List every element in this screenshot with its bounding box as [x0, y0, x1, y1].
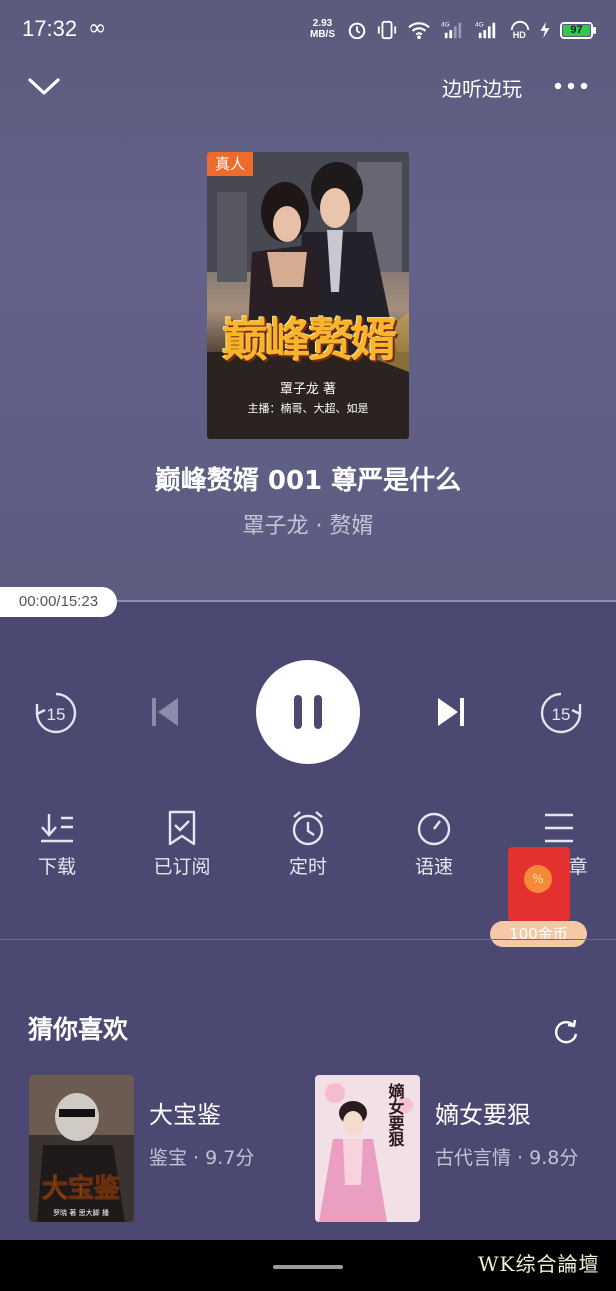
book-cover: 真人 巅峰赘婿 罩子龙 著 主播：楠哥、大超、如是 — [207, 152, 409, 439]
wifi-icon — [408, 22, 430, 40]
recommendations-heading: 猜你喜欢 — [28, 1015, 129, 1044]
alarm-icon — [348, 22, 366, 40]
cover-title-art: 巅峰赘婿 — [222, 313, 397, 367]
network-speed: 2.93 MB/S — [310, 18, 335, 40]
vibrate-icon — [377, 20, 397, 40]
signal-4g-icon-1: 4G — [441, 21, 462, 39]
recommendation-cover: 嫡女要狠 — [315, 1075, 420, 1222]
forum-watermark: WK综合論壇 — [478, 1252, 600, 1276]
network-speed-unit: MB/S — [310, 29, 335, 40]
svg-text:HD: HD — [513, 30, 527, 40]
loop-icon: ∞ — [88, 16, 107, 41]
download-button[interactable]: 下载 — [17, 810, 97, 879]
timer-alarm-icon — [292, 811, 324, 846]
recommendation-card[interactable]: 嫡女要狠 嫡女要狠 古代言情 · 9.8分 — [315, 1075, 595, 1223]
timer-label: 定时 — [288, 856, 327, 878]
download-icon — [41, 814, 73, 843]
battery-icon: 97 — [560, 22, 593, 39]
home-indicator[interactable] — [273, 1265, 343, 1269]
recommendation-cover: 大宝鉴 罗晓 著 思大脚 播 — [29, 1075, 134, 1222]
cover-text: 大宝鉴 — [42, 1173, 121, 1204]
track-title: 巅峰赘婿 001 尊严是什么 — [154, 466, 462, 496]
reward-coins-badge[interactable]: 100金币 — [490, 921, 587, 947]
track-subtitle: 罩子龙 · 赘婿 — [242, 514, 374, 539]
section-divider — [0, 939, 616, 940]
more-dots-icon[interactable] — [552, 76, 592, 96]
cover-tag-badge: 真人 — [207, 152, 253, 176]
cover-author-text: 罩子龙 著 — [279, 382, 337, 397]
forward-seconds-label: 15 — [552, 705, 571, 724]
status-bar: 17:32 ∞ 2.93 MB/S 4G 4G HD 97 — [0, 0, 616, 60]
subscribed-label: 已订阅 — [153, 856, 211, 878]
refresh-icon[interactable] — [552, 1018, 580, 1046]
recommendation-card[interactable]: 大宝鉴 罗晓 著 思大脚 播 大宝鉴 鉴宝 · 9.7分 — [29, 1075, 309, 1223]
next-track-icon[interactable] — [434, 694, 468, 730]
recommendation-cover-art: 嫡女要狠 — [315, 1075, 420, 1222]
battery-level: 97 — [563, 25, 590, 36]
cover-text: 嫡女要狠 — [386, 1082, 405, 1148]
progress-time-handle[interactable]: 00:00/15:23 — [0, 587, 117, 617]
listen-and-play-button[interactable]: 边听边玩 — [442, 73, 522, 102]
svg-text:4G: 4G — [475, 21, 484, 28]
collapse-chevron-down-icon[interactable] — [26, 70, 62, 102]
cover-narrators-text: 主播：楠哥、大超、如是 — [247, 402, 369, 415]
pause-icon — [294, 695, 322, 729]
recommendation-title: 大宝鉴 — [149, 1101, 221, 1129]
hd-voice-icon: HD — [510, 20, 530, 40]
recommendation-meta: 古代言情 · 9.8分 — [435, 1147, 579, 1169]
chapters-list-icon — [545, 813, 573, 843]
speed-button[interactable]: 语速 — [394, 810, 474, 879]
timer-button[interactable]: 定时 — [268, 810, 348, 879]
subscribed-button[interactable]: 已订阅 — [142, 810, 222, 879]
subscribed-bookmark-icon — [168, 810, 196, 846]
charging-icon — [540, 21, 550, 39]
coin-icon: % — [524, 865, 552, 893]
speed-label: 语速 — [414, 856, 453, 878]
speed-gauge-icon — [417, 812, 451, 846]
system-navigation-bar: WK综合論壇 — [0, 1240, 616, 1291]
svg-text:4G: 4G — [441, 21, 450, 28]
forward-15-icon[interactable]: 15 — [538, 690, 584, 736]
battery-nub — [593, 27, 596, 34]
download-label: 下载 — [37, 856, 76, 878]
status-time: 17:32 — [22, 16, 78, 41]
rewind-seconds-label: 15 — [47, 705, 66, 724]
rewind-15-icon[interactable]: 15 — [33, 690, 79, 736]
previous-track-icon[interactable] — [148, 694, 182, 730]
recommendation-meta: 鉴宝 · 9.7分 — [149, 1147, 255, 1169]
recommendation-title: 嫡女要狠 — [435, 1101, 531, 1129]
red-packet-reward[interactable]: % — [508, 847, 570, 921]
cover-author-credit: 罗晓 著 思大脚 播 — [53, 1208, 109, 1217]
network-speed-value: 2.93 — [312, 18, 333, 29]
pause-button[interactable] — [256, 660, 360, 764]
recommendation-cover-art: 大宝鉴 罗晓 著 思大脚 播 — [29, 1075, 134, 1222]
signal-4g-icon-2: 4G — [475, 21, 496, 39]
